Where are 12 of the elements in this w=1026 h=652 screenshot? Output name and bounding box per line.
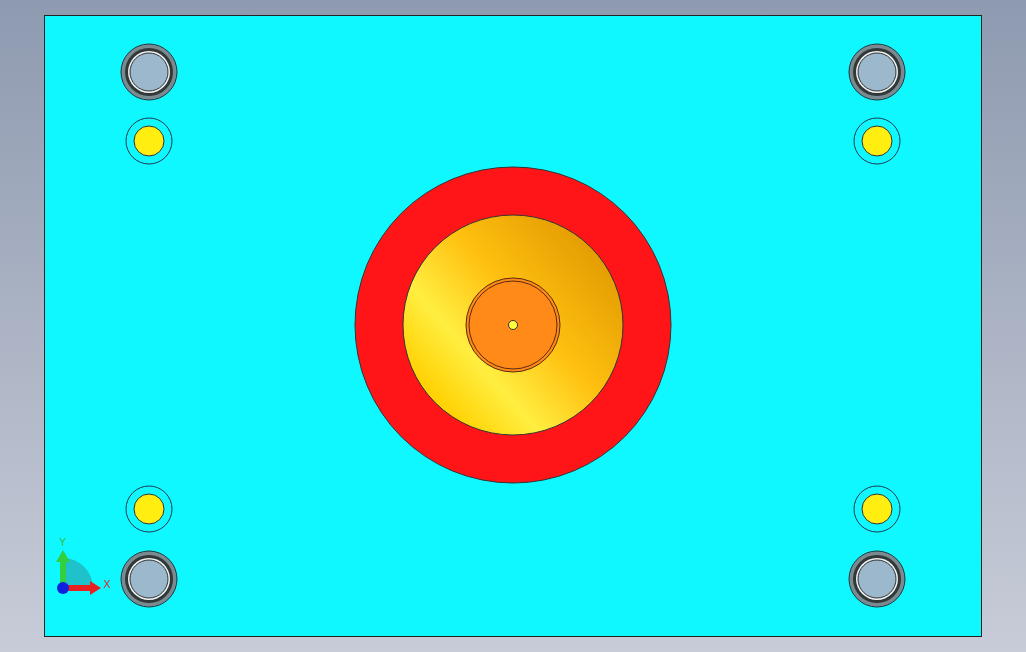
pin-hole-drawing (853, 117, 901, 165)
axis-triad-icon (56, 550, 101, 595)
pin-hole-drawing (125, 117, 173, 165)
x-axis-label: X (103, 578, 111, 591)
bushing-drawing (120, 43, 178, 101)
pin-hole-drawing (125, 485, 173, 533)
bushing-drawing (848, 43, 906, 101)
bushing-drawing (120, 550, 178, 608)
pin-hole-drawing (853, 485, 901, 533)
cad-viewport[interactable]: Y X (0, 0, 1026, 652)
y-axis-label: Y (59, 536, 66, 549)
bushing-drawing (848, 550, 906, 608)
